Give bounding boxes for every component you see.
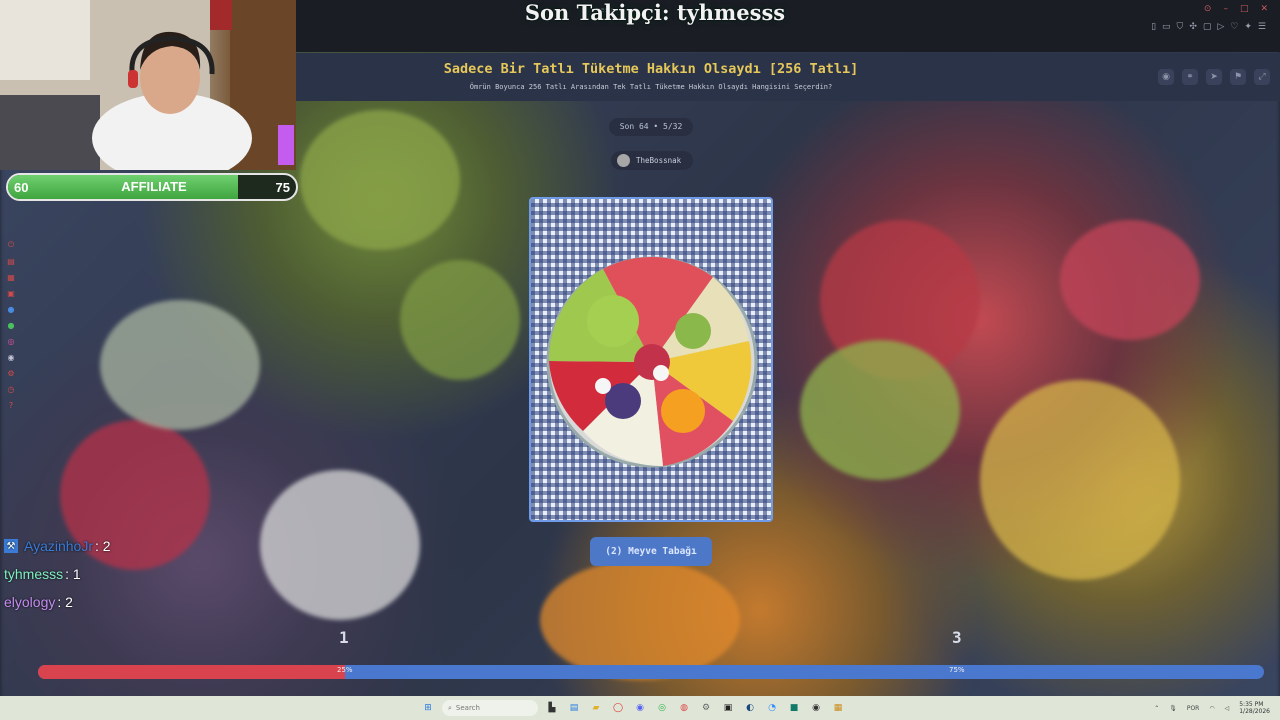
bookmark-icon[interactable]: ▯: [1151, 22, 1156, 32]
search-icon: ⌕: [448, 703, 452, 712]
choice-card[interactable]: [529, 197, 773, 522]
instagram-icon[interactable]: ◎: [6, 336, 16, 346]
right-percent: 75%: [949, 666, 965, 674]
fruit-plate-image: [546, 256, 758, 468]
clock-date: 1/28/2026: [1239, 708, 1270, 715]
history-icon[interactable]: ◷: [6, 384, 16, 394]
window-controls: ⊙ – □ ✕: [1204, 4, 1268, 14]
print-icon[interactable]: ▤: [6, 256, 16, 266]
expand-icon[interactable]: ⤢: [1254, 69, 1270, 85]
right-votes-label: 3: [952, 628, 962, 647]
save-icon[interactable]: ▦: [6, 272, 16, 282]
chat-user: AyazinhoJr: [24, 538, 94, 554]
chat-user: tyhmesss: [4, 566, 64, 582]
puzzle-icon[interactable]: ✣: [1189, 22, 1197, 32]
help-icon[interactable]: ?: [6, 400, 16, 410]
tab-icon[interactable]: ▢: [1203, 22, 1212, 32]
vote-progress-bar: [38, 665, 1264, 679]
chat-row: tyhmesss : 1: [4, 560, 111, 588]
explorer-icon[interactable]: ▰: [588, 700, 604, 716]
chat-row: elyology : 2: [4, 588, 111, 616]
search-placeholder: Search: [455, 704, 480, 712]
windows-taskbar: ⊞ ⌕ Search ▙ ▤ ▰ ◯ ◉ ◎ ◍ ⚙ ▣ ◐ ◔ ■ ◉ ▦ ⌃…: [0, 696, 1280, 720]
affiliate-progress: 60 75 AFFILIATE: [6, 173, 298, 201]
discord-icon[interactable]: ◉: [6, 352, 16, 362]
chat-count: : 1: [65, 566, 81, 582]
menu-icon[interactable]: ☰: [1258, 22, 1266, 32]
close-icon[interactable]: ✕: [1260, 4, 1268, 14]
affiliate-label: AFFILIATE: [121, 179, 187, 194]
social-icons: ⏻ ▤ ▦ ▣ ● ● ◎ ◉ ⚙ ◷ ?: [6, 240, 16, 410]
chat-count: : 2: [95, 538, 111, 554]
settings-app-icon[interactable]: ⚙: [698, 700, 714, 716]
link-icon[interactable]: ⚭: [1182, 69, 1198, 85]
send-icon[interactable]: ➤: [1206, 69, 1222, 85]
widgets-icon[interactable]: ▙: [544, 700, 560, 716]
app-icon[interactable]: ■: [786, 700, 802, 716]
whatsapp-icon[interactable]: ●: [6, 320, 16, 330]
record-icon[interactable]: ⊙: [1204, 4, 1212, 14]
notes-icon[interactable]: ▤: [566, 700, 582, 716]
messenger-icon[interactable]: ●: [6, 304, 16, 314]
system-tray: ⌃ 🎙 POR ◠ ◁ 5:35 PM 1/28/2026: [1154, 701, 1270, 715]
left-percent: 25%: [337, 666, 353, 674]
opera-icon[interactable]: ◯: [610, 700, 626, 716]
chat-leaderboard: ⚒ AyazinhoJr : 2 tyhmesss : 1 elyology :…: [4, 532, 111, 616]
flag-icon[interactable]: ⚑: [1230, 69, 1246, 85]
choice-button[interactable]: (2) Meyve Tabağı: [590, 537, 712, 566]
eye-icon[interactable]: ◉: [1158, 69, 1174, 85]
author-name: TheBossnak: [636, 156, 682, 165]
mic-icon[interactable]: 🎙: [1169, 705, 1177, 712]
header-actions: ◉ ⚭ ➤ ⚑ ⤢: [1158, 69, 1270, 85]
game-icon[interactable]: ▦: [830, 700, 846, 716]
webcam-feed: [0, 0, 296, 170]
chat-row: ⚒ AyazinhoJr : 2: [4, 532, 111, 560]
left-votes-label: 1: [339, 628, 349, 647]
power-icon[interactable]: ⏻: [6, 240, 16, 250]
minimize-icon[interactable]: –: [1223, 4, 1228, 14]
shield-icon[interactable]: ⛉: [1177, 22, 1184, 32]
clock-time: 5:35 PM: [1239, 701, 1264, 708]
taskbar-apps: ⊞ ⌕ Search ▙ ▤ ▰ ◯ ◉ ◎ ◍ ⚙ ▣ ◐ ◔ ■ ◉ ▦: [420, 700, 846, 716]
obs-icon[interactable]: ◉: [808, 700, 824, 716]
latest-follower-banner: Son Takipçi: tyhmesss: [524, 0, 786, 25]
page-title: Sadece Bir Tatlı Tüketme Hakkın Olsaydı …: [443, 61, 859, 77]
avatar: [617, 154, 630, 167]
heart-icon[interactable]: ♡: [1230, 22, 1238, 32]
page-subtitle: Ömrün Boyunca 256 Tatlı Arasından Tek Ta…: [469, 83, 833, 91]
author-chip[interactable]: TheBossnak: [611, 151, 693, 170]
whatsapp-app-icon[interactable]: ◎: [654, 700, 670, 716]
steam-icon[interactable]: ◐: [742, 700, 758, 716]
page-header: Sadece Bir Tatlı Tüketme Hakkın Olsaydı …: [296, 53, 1280, 101]
webcam-image: [0, 0, 296, 170]
volume-icon[interactable]: ◁: [1225, 705, 1230, 712]
screen-icon[interactable]: ▭: [1162, 22, 1171, 32]
gallery-icon[interactable]: ▣: [6, 288, 16, 298]
chrome-icon[interactable]: ◍: [676, 700, 692, 716]
user-icon: ⚒: [4, 539, 18, 553]
play-icon[interactable]: ▷: [1217, 22, 1224, 32]
chat-count: : 2: [57, 594, 73, 610]
discord-app-icon[interactable]: ◉: [632, 700, 648, 716]
wifi-icon[interactable]: ◠: [1209, 705, 1214, 712]
clock[interactable]: 5:35 PM 1/28/2026: [1239, 701, 1270, 715]
chevron-up-icon[interactable]: ⌃: [1154, 705, 1159, 712]
ai-icon[interactable]: ✦: [1244, 22, 1252, 32]
round-indicator: Son 64 • 5/32: [609, 118, 693, 136]
tray-language[interactable]: POR: [1187, 705, 1200, 712]
chat-user: elyology: [4, 594, 56, 610]
terminal-icon[interactable]: ▣: [720, 700, 736, 716]
taskbar-search[interactable]: ⌕ Search: [442, 700, 538, 716]
vote-progress-left: [38, 665, 345, 679]
start-icon[interactable]: ⊞: [420, 700, 436, 716]
zoom-icon[interactable]: ◔: [764, 700, 780, 716]
settings-icon[interactable]: ⚙: [6, 368, 16, 378]
maximize-icon[interactable]: □: [1240, 4, 1249, 14]
browser-extensions: ▯ ▭ ⛉ ✣ ▢ ▷ ♡ ✦ ☰: [1151, 22, 1266, 32]
